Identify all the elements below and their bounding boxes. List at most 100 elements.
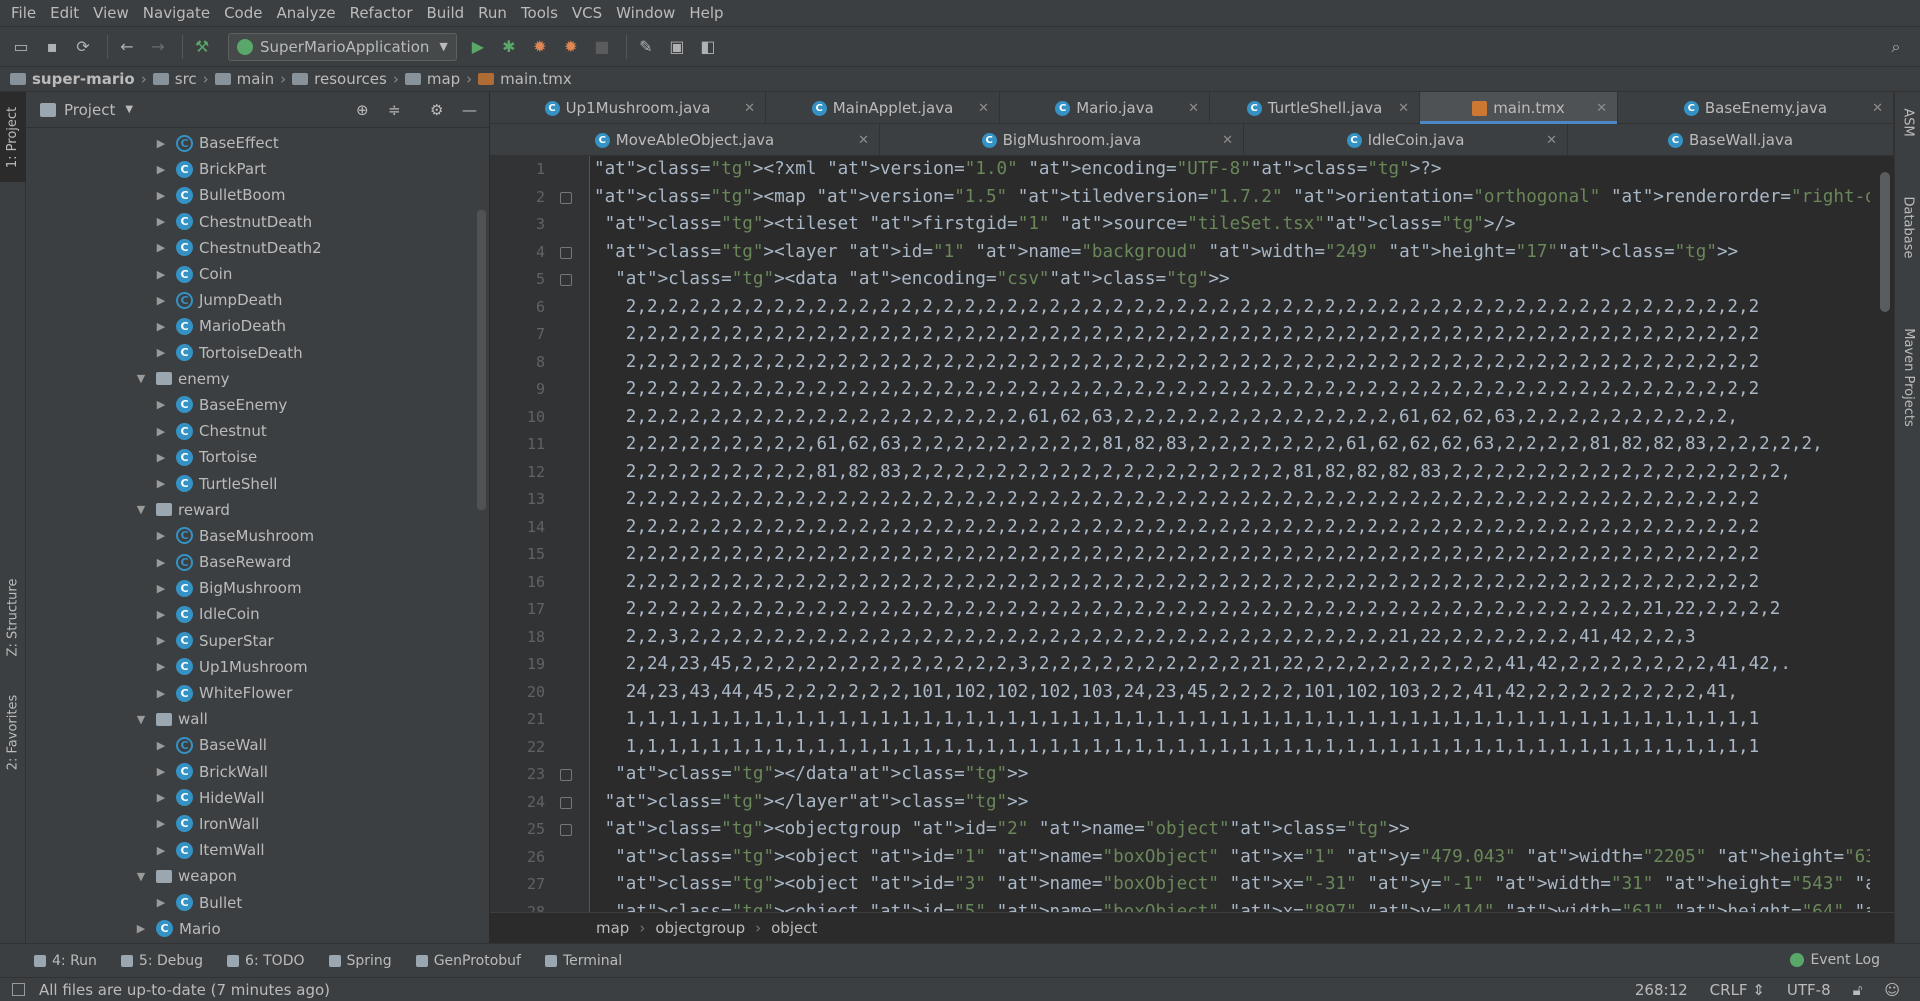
tree-class-item[interactable]: ▶ C BrickPart (26, 156, 489, 182)
code-text-area[interactable]: "at">class="tg"><?xml "at">version="1.0"… (590, 156, 1870, 912)
tree-class-item[interactable]: ▶ C TortoiseDeath (26, 340, 489, 366)
xml-breadcrumb-item[interactable]: map (596, 919, 629, 937)
line-separator[interactable]: CRLF ⇕ (1710, 981, 1765, 999)
tree-class-item[interactable]: ▶ C BaseMushroom (26, 523, 489, 549)
collapsed-arrow-icon[interactable]: ▶ (154, 529, 168, 542)
menu-item-code[interactable]: Code (217, 4, 269, 22)
collapsed-arrow-icon[interactable]: ▶ (154, 844, 168, 857)
collapsed-arrow-icon[interactable]: ▶ (134, 922, 148, 935)
fold-marker-icon[interactable] (560, 769, 572, 781)
tree-class-item[interactable]: ▶ C Bullet (26, 889, 489, 915)
lock-icon[interactable]: 🔓︎ (1853, 981, 1863, 999)
close-icon[interactable]: ✕ (1546, 133, 1557, 148)
editor-tab[interactable]: C Mario.java ✕ (1000, 92, 1210, 124)
search-icon[interactable]: ⌕ (1883, 34, 1909, 60)
collapse-all-icon[interactable]: ≑ (388, 101, 401, 119)
gear-icon[interactable]: ⚙ (430, 101, 443, 119)
menu-item-refactor[interactable]: Refactor (343, 4, 420, 22)
xml-breadcrumb-item[interactable]: objectgroup (655, 919, 745, 937)
editor-tab[interactable]: C MoveAbleObject.java ✕ (490, 124, 880, 156)
sync-icon[interactable]: ⟳ (70, 34, 96, 60)
menu-item-run[interactable]: Run (471, 4, 514, 22)
close-icon[interactable]: ✕ (1222, 133, 1233, 148)
tree-package[interactable]: ▼ weapon (26, 863, 489, 889)
tool-window-button[interactable]: 5: Debug (120, 953, 203, 969)
collapsed-arrow-icon[interactable]: ▶ (154, 896, 168, 909)
inspector-icon[interactable]: ☺︎ (1884, 981, 1900, 999)
collapsed-arrow-icon[interactable]: ▶ (154, 582, 168, 595)
collapsed-arrow-icon[interactable]: ▶ (154, 137, 168, 150)
tree-class-item[interactable]: ▶ C IronWall (26, 811, 489, 837)
menu-item-window[interactable]: Window (609, 4, 682, 22)
collapsed-arrow-icon[interactable]: ▶ (154, 241, 168, 254)
back-icon[interactable]: ← (114, 34, 140, 60)
tree-class-item[interactable]: ▶ C BaseReward (26, 549, 489, 575)
profile-icon[interactable]: ✹ (558, 34, 584, 60)
collapsed-arrow-icon[interactable]: ▶ (154, 268, 168, 281)
fold-marker-icon[interactable] (560, 274, 572, 286)
tab-maven[interactable]: Maven Projects (1895, 302, 1920, 452)
collapsed-arrow-icon[interactable]: ▶ (154, 346, 168, 359)
tree-package[interactable]: ▼ wall (26, 706, 489, 732)
tree-class-item[interactable]: ▶ C Tortoise (26, 444, 489, 470)
tab-project[interactable]: 1: Project (0, 92, 26, 182)
open-folder-icon[interactable]: ▭ (8, 34, 34, 60)
project-structure-icon[interactable]: ▣ (664, 34, 690, 60)
editor-tab[interactable]: main.tmx ✕ (1420, 92, 1618, 124)
breadcrumb-item[interactable]: main › (214, 70, 286, 88)
collapsed-arrow-icon[interactable]: ▶ (154, 477, 168, 490)
menu-item-vcs[interactable]: VCS (565, 4, 609, 22)
fold-marker-icon[interactable] (560, 246, 572, 259)
close-icon[interactable]: ✕ (1596, 101, 1607, 116)
tree-class-item[interactable]: ▶ C Coin (26, 261, 489, 287)
project-scrollbar[interactable] (477, 210, 486, 510)
collapsed-arrow-icon[interactable]: ▶ (154, 189, 168, 202)
tree-class-item[interactable]: ▶ C BaseWall (26, 732, 489, 758)
close-icon[interactable]: ✕ (858, 133, 869, 148)
tree-class-item[interactable]: ▶ C HideWall (26, 785, 489, 811)
editor-tab[interactable]: C Up1Mushroom.java ✕ (490, 92, 766, 124)
save-icon[interactable]: ▪ (39, 34, 65, 60)
menu-item-analyze[interactable]: Analyze (269, 4, 342, 22)
fold-marker-icon[interactable] (560, 796, 572, 809)
close-icon[interactable]: ✕ (1872, 101, 1883, 116)
collapsed-arrow-icon[interactable]: ▶ (154, 608, 168, 621)
menu-item-build[interactable]: Build (420, 4, 472, 22)
project-panel-title[interactable]: Project (64, 101, 115, 119)
tree-package[interactable]: ▼ reward (26, 497, 489, 523)
editor-tab[interactable]: C MainApplet.java ✕ (766, 92, 1000, 124)
tool-window-button[interactable]: Spring (328, 953, 392, 969)
tree-class-item[interactable]: ▶ C ItemWall (26, 837, 489, 863)
minimize-icon[interactable]: — (462, 101, 477, 119)
close-icon[interactable]: ✕ (1188, 101, 1199, 116)
forward-icon[interactable]: → (145, 34, 171, 60)
xml-breadcrumb-item[interactable]: object (771, 919, 817, 937)
collapsed-arrow-icon[interactable]: ▶ (154, 294, 168, 307)
menu-item-edit[interactable]: Edit (43, 4, 86, 22)
fold-marker-icon[interactable] (560, 824, 572, 836)
collapsed-arrow-icon[interactable]: ▶ (154, 398, 168, 411)
editor-tab[interactable]: C IdleCoin.java ✕ (1244, 124, 1568, 156)
tree-class-item[interactable]: ▶ C JumpDeath (26, 287, 489, 313)
toggle-tool-windows-icon[interactable] (12, 983, 25, 996)
tree-class-item[interactable]: ▶ C BrickWall (26, 759, 489, 785)
coverage-icon[interactable]: ✹ (527, 34, 553, 60)
tree-class-item[interactable]: ▶ C BigMushroom (26, 575, 489, 601)
collapsed-arrow-icon[interactable]: ▶ (154, 215, 168, 228)
tree-class-item[interactable]: ▶ C SuperStar (26, 628, 489, 654)
collapsed-arrow-icon[interactable]: ▶ (154, 660, 168, 673)
tree-class-item[interactable]: ▶ C BaseEnemy (26, 392, 489, 418)
tool-window-button[interactable]: 6: TODO (227, 953, 305, 969)
sdk-manager-icon[interactable]: ◧ (695, 34, 721, 60)
debug-icon[interactable]: ✱ (496, 34, 522, 60)
expanded-arrow-icon[interactable]: ▼ (134, 713, 148, 726)
menu-item-navigate[interactable]: Navigate (136, 4, 217, 22)
menu-item-tools[interactable]: Tools (514, 4, 565, 22)
tree-class-item[interactable]: ▶ C Up1Mushroom (26, 654, 489, 680)
tab-structure[interactable]: Z: Structure (0, 562, 26, 672)
close-icon[interactable]: ✕ (744, 101, 755, 116)
locate-icon[interactable]: ⊕ (356, 101, 369, 119)
close-icon[interactable]: ✕ (1398, 101, 1409, 116)
build-hammer-icon[interactable]: ⚒ (189, 34, 215, 60)
expanded-arrow-icon[interactable]: ▼ (134, 503, 148, 516)
